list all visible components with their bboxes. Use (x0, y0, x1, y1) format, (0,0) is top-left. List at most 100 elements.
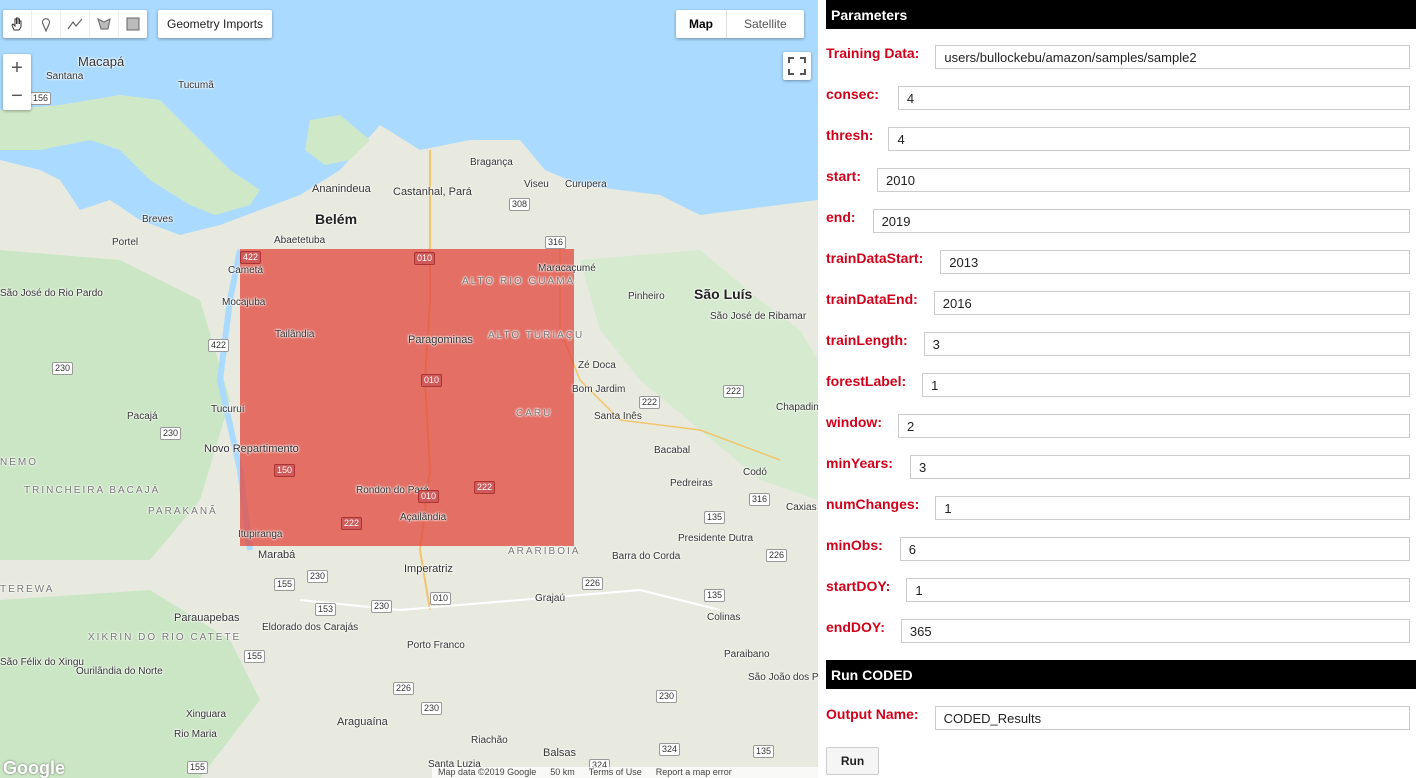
param-row-train-data-end: trainDataEnd: (826, 290, 1410, 316)
region-label: NEMO (0, 457, 38, 468)
road-shield: 155 (187, 761, 209, 774)
place-label: Xinguara (186, 709, 227, 720)
end-input[interactable] (872, 209, 1410, 233)
road-shield: 135 (753, 745, 775, 758)
num-changes-input[interactable] (935, 496, 1410, 520)
run-button[interactable]: Run (826, 747, 879, 775)
place-label: Araguaína (337, 716, 388, 728)
place-label: Mocajuba (222, 297, 266, 308)
param-row-training-data: Training Data: (826, 44, 1410, 70)
fullscreen-button[interactable] (783, 52, 811, 80)
min-years-input[interactable] (909, 455, 1410, 479)
place-label: Abaetetuba (274, 235, 326, 246)
param-label: consec: (826, 86, 879, 102)
place-label: Parauapebas (174, 612, 240, 624)
map-scale[interactable]: 50 km (550, 767, 575, 778)
min-obs-input[interactable] (899, 537, 1410, 561)
zoom-in-button[interactable]: + (3, 54, 31, 82)
road-shield: 230 (52, 362, 74, 375)
drawing-toolbar (3, 10, 147, 38)
map-type-map-button[interactable]: Map (676, 10, 727, 38)
map-type-control: Map Satellite (676, 10, 804, 38)
map-type-satellite-button[interactable]: Satellite (727, 10, 804, 38)
train-length-input[interactable] (923, 332, 1410, 356)
place-label: Zé Doca (578, 360, 616, 371)
google-logo: Google (3, 758, 65, 778)
geometry-imports-button[interactable]: Geometry Imports (158, 10, 273, 38)
param-row-consec: consec: (826, 85, 1410, 111)
zoom-out-button[interactable]: − (3, 82, 31, 110)
place-label: Itupiranga (238, 529, 283, 540)
place-label: Balsas (543, 747, 577, 759)
place-label: Cametá (228, 265, 264, 276)
road-shield: 222 (723, 385, 745, 398)
road-shield: 230 (307, 570, 329, 583)
train-data-start-input[interactable] (940, 250, 1410, 274)
param-row-train-length: trainLength: (826, 331, 1410, 357)
map-data-credit: Map data ©2019 Google (438, 767, 537, 777)
region-label: ARARIBOIA (508, 546, 581, 557)
hand-icon[interactable] (3, 10, 32, 38)
region-label: TRINCHEIRA BACAJÁ (24, 485, 161, 496)
place-label: Pacajá (127, 411, 158, 422)
place-label: Marabá (258, 549, 296, 561)
parameters-panel: Parameters Training Data: consec: thresh… (818, 0, 1416, 778)
place-label: Imperatriz (404, 563, 453, 575)
train-data-end-input[interactable] (933, 291, 1410, 315)
drawn-rectangle-geometry[interactable] (240, 249, 574, 546)
consec-input[interactable] (897, 86, 1410, 110)
start-input[interactable] (877, 168, 1410, 192)
rectangle-icon[interactable] (119, 10, 147, 38)
param-label: trainLength: (826, 332, 908, 348)
road-shield: 155 (244, 650, 266, 663)
region-label: TEREWA (0, 584, 55, 595)
training-data-input[interactable] (935, 45, 1410, 69)
place-label: Porto Franco (407, 640, 465, 651)
road-shield: 226 (766, 549, 788, 562)
road-shield: 010 (430, 592, 452, 605)
param-row-thresh: thresh: (826, 126, 1410, 152)
param-row-min-years: minYears: (826, 454, 1410, 480)
region-label: XIKRIN DO RIO CATETE (88, 632, 242, 643)
thresh-input[interactable] (888, 127, 1410, 151)
place-label: Tailândia (275, 329, 315, 340)
param-label: window: (826, 414, 882, 430)
place-label: Maracaçumé (538, 263, 596, 274)
map-view[interactable]: Macapá Santana Tucumã Breves Portel Anan… (0, 0, 818, 778)
line-icon[interactable] (61, 10, 90, 38)
output-name-label: Output Name: (826, 706, 919, 722)
place-label: Caxias (786, 502, 817, 513)
output-name-input[interactable] (934, 706, 1410, 730)
polygon-icon[interactable] (90, 10, 119, 38)
param-row-num-changes: numChanges: (826, 495, 1410, 521)
start-doy-input[interactable] (906, 578, 1410, 602)
param-label: trainDataStart: (826, 250, 924, 266)
forest-label-input[interactable] (922, 373, 1410, 397)
road-shield: 230 (656, 690, 678, 703)
road-shield: 222 (474, 481, 496, 494)
place-label-major: São Luís (694, 286, 753, 302)
place-label: São José de Ribamar (710, 311, 807, 322)
point-icon[interactable] (32, 10, 61, 38)
param-label: trainDataEnd: (826, 291, 918, 307)
param-row-train-data-start: trainDataStart: (826, 249, 1410, 275)
run-coded-header: Run CODED (826, 660, 1416, 689)
road-shield: 422 (240, 251, 262, 264)
end-doy-input[interactable] (900, 619, 1410, 643)
region-label: PARAKANÃ (148, 506, 218, 517)
window-input[interactable] (898, 414, 1410, 438)
place-label: Riachão (471, 735, 508, 746)
road-shield: 316 (545, 236, 567, 249)
place-label: São João dos Patos (748, 672, 818, 683)
param-row-min-obs: minObs: (826, 536, 1410, 562)
param-row-end-doy: endDOY: (826, 618, 1410, 644)
road-shield: 010 (421, 374, 443, 387)
road-shield: 324 (659, 743, 681, 756)
report-map-error-link[interactable]: Report a map error (656, 767, 732, 778)
terms-link[interactable]: Terms of Use (589, 767, 642, 778)
road-shield: 010 (414, 252, 436, 265)
place-label: Macapá (78, 54, 125, 69)
place-label: Rio Maria (174, 729, 217, 740)
road-shield: 222 (639, 396, 661, 409)
place-label: São Félix do Xingu (0, 657, 84, 668)
